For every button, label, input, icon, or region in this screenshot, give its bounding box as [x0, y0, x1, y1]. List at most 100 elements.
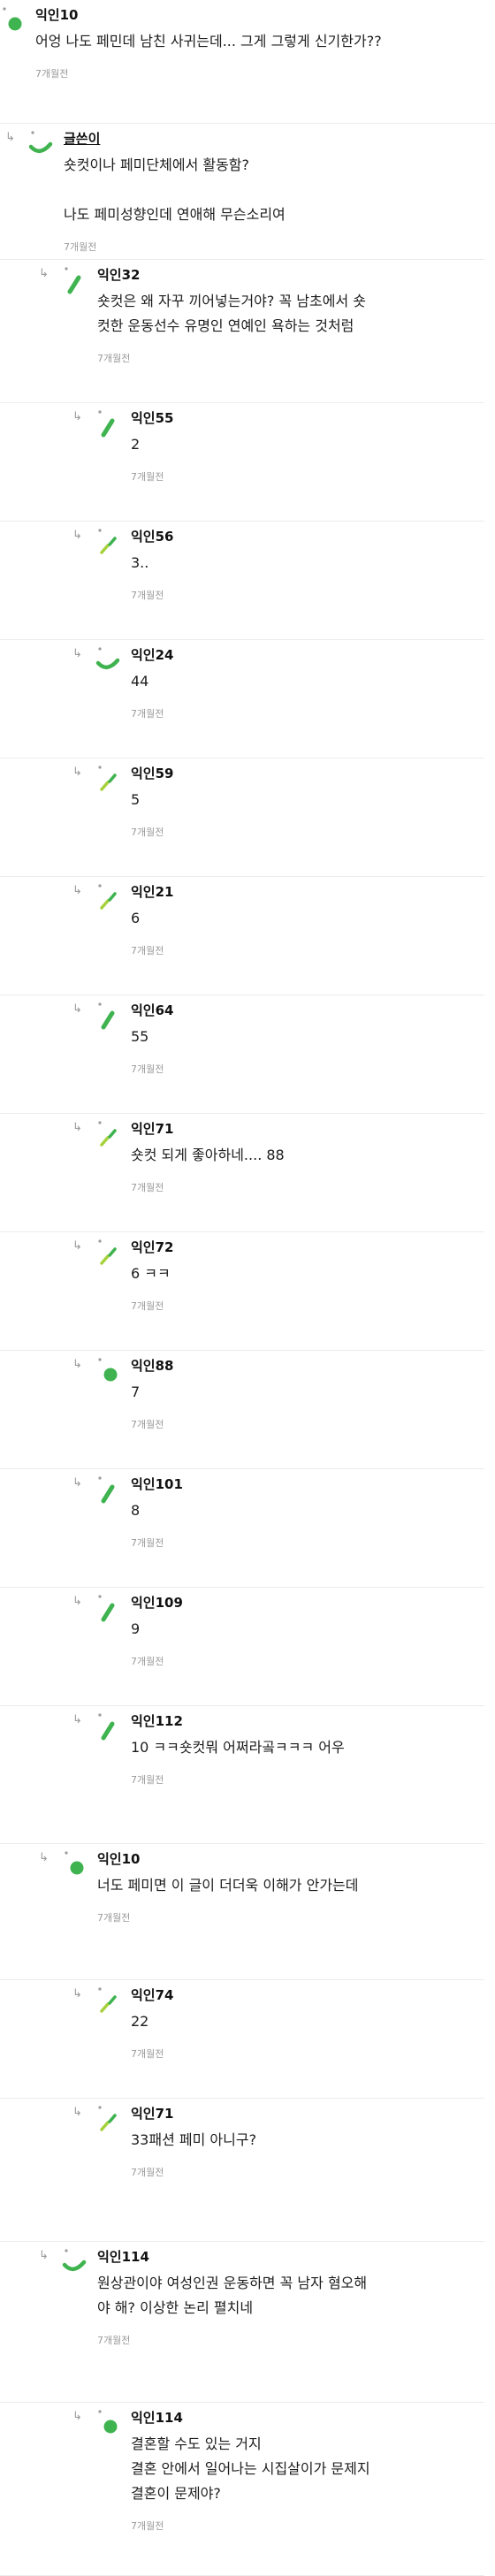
timestamp: 7개월전 — [131, 708, 164, 720]
comment-text-line: 결혼이 문제야? — [131, 2485, 221, 2502]
timestamp: 7개월전 — [131, 1774, 164, 1786]
timestamp: 7개월전 — [131, 1182, 164, 1193]
reply-arrow-icon: ↳ — [39, 267, 49, 280]
timestamp: 7개월전 — [97, 353, 131, 364]
comment-text: 숏컷 되게 좋아하네.... 88 — [131, 1143, 285, 1168]
reply-comment[interactable]: ↳ 익인74 22 7개월전 — [0, 1980, 484, 2099]
timestamp: 7개월전 — [131, 2520, 164, 2532]
comment-text-line: 7 — [131, 1383, 141, 1400]
comment-text: 10 ㅋㅋ숏컷뭐 어쩌라곸ㅋㅋㅋ 어우 — [131, 1735, 345, 1760]
commenter-name[interactable]: 익인88 — [131, 1356, 173, 1375]
comment-text-line: 원상관이야 여성인권 운동하면 꼭 남자 혐오해 — [97, 2275, 368, 2291]
reply-comment[interactable]: ↳ 익인10 너도 페미면 이 글이 더더욱 이해가 안가는데 7개월전 — [0, 1844, 484, 1980]
reply-arrow-icon: ↳ — [72, 1002, 82, 1016]
reply-comment[interactable]: ↳ 익인114 원상관이야 여성인권 운동하면 꼭 남자 혐오해 야 해? 이상한 논… — [0, 2242, 484, 2403]
comment-text: 55 — [131, 1025, 148, 1049]
comment-text-line: 33패션 페미 아니구? — [131, 2131, 257, 2148]
avatar-icon — [98, 410, 115, 438]
comment-text: 3.. — [131, 551, 148, 575]
reply-arrow-icon: ↳ — [5, 131, 15, 144]
author-name[interactable]: 글쓴이 — [64, 129, 100, 148]
avatar-icon — [65, 1851, 84, 1875]
reply-arrow-icon: ↳ — [72, 1476, 82, 1490]
timestamp: 7개월전 — [131, 827, 164, 838]
comment-text-line: 9 — [131, 1620, 141, 1637]
reply-comment[interactable]: ↳ 익인71 33패션 페미 아니구? 7개월전 — [0, 2099, 484, 2242]
commenter-name[interactable]: 익인114 — [97, 2247, 149, 2266]
reply-arrow-icon: ↳ — [72, 410, 82, 423]
reply-comment[interactable]: ↳ 익인71 숏컷 되게 좋아하네.... 88 7개월전 — [0, 1114, 484, 1232]
commenter-name[interactable]: 익인56 — [131, 527, 173, 545]
reply-arrow-icon: ↳ — [72, 1987, 82, 2001]
commenter-name[interactable]: 익인71 — [131, 1119, 173, 1138]
comment-text: 숏컷은 왜 자꾸 끼어넣는거야? 꼭 남초에서 숏 컷한 운동선수 유명인 연예인… — [97, 289, 366, 339]
avatar-icon — [65, 267, 81, 294]
reply-comment[interactable]: ↳ 익인114 결혼할 수도 있는 거지 결혼 안에서 일어나는 시집살이가 문제지 결… — [0, 2403, 484, 2576]
commenter-name[interactable]: 익인21 — [131, 882, 173, 901]
comment-text: 9 — [131, 1617, 140, 1642]
reply-comment[interactable]: ↳ 글쓴이숏컷이나 페미단체에서 활동함? 나도 페미성향인데 연애해 무슨소리여 7… — [0, 124, 484, 260]
reply-arrow-icon: ↳ — [72, 2106, 82, 2119]
timestamp: 7개월전 — [35, 68, 69, 80]
commenter-name[interactable]: 익인71 — [131, 2104, 173, 2123]
commenter-name[interactable]: 익인59 — [131, 764, 173, 782]
avatar-icon — [98, 1002, 115, 1030]
comment-text-line: 2 — [131, 436, 141, 453]
commenter-name[interactable]: 익인72 — [131, 1238, 173, 1256]
comment[interactable]: 익인10 어엉 나도 페민데 남친 사귀는데... 그게 그렇게 신기한가?? 7개… — [0, 0, 495, 124]
comment-text-line: 어엉 나도 페민데 남친 사귀는데... 그게 그렇게 신기한가?? — [35, 33, 382, 50]
avatar-icon — [98, 884, 117, 910]
avatar-icon — [98, 1476, 115, 1504]
reply-arrow-icon: ↳ — [72, 1121, 82, 1134]
commenter-name[interactable]: 익인24 — [131, 645, 173, 664]
reply-comment[interactable]: ↳ 익인32 숏컷은 왜 자꾸 끼어넣는거야? 꼭 남초에서 숏 컷한 운동선수 유명… — [0, 260, 484, 403]
reply-comment[interactable]: ↳ 익인72 6 ㅋㅋ 7개월전 — [0, 1232, 484, 1351]
reply-comment[interactable]: ↳ 익인101 8 7개월전 — [0, 1469, 484, 1588]
commenter-name[interactable]: 익인109 — [131, 1593, 183, 1612]
comment-text-line: 야 해? 이상한 논리 펼치네 — [97, 2299, 254, 2316]
reply-comment[interactable]: ↳ 익인88 7 7개월전 — [0, 1351, 484, 1469]
comment-text-line: 결혼 안에서 일어나는 시집살이가 문제지 — [131, 2460, 370, 2477]
comment-text: 44 — [131, 669, 148, 694]
timestamp: 7개월전 — [131, 1537, 164, 1549]
commenter-name[interactable]: 익인10 — [35, 5, 78, 24]
comment-text-line: 숏컷이나 페미단체에서 활동함? — [64, 156, 250, 173]
commenter-name[interactable]: 익인32 — [97, 265, 140, 284]
reply-arrow-icon: ↳ — [72, 766, 82, 779]
commenter-name[interactable]: 익인10 — [97, 1849, 140, 1868]
comment-text-line: 숏컷 되게 좋아하네.... 88 — [131, 1147, 285, 1163]
reply-comment[interactable]: ↳ 익인59 5 7개월전 — [0, 758, 484, 877]
commenter-name[interactable]: 익인74 — [131, 1985, 173, 2004]
reply-comment[interactable]: ↳ 익인112 10 ㅋㅋ숏컷뭐 어쩌라곸ㅋㅋㅋ 어우 7개월전 — [0, 1706, 484, 1844]
timestamp: 7개월전 — [64, 241, 97, 253]
reply-comment[interactable]: ↳ 익인109 9 7개월전 — [0, 1588, 484, 1706]
commenter-name[interactable]: 익인114 — [131, 2408, 183, 2427]
timestamp: 7개월전 — [97, 2335, 131, 2346]
reply-comment[interactable]: ↳ 익인64 55 7개월전 — [0, 995, 484, 1114]
avatar-icon — [98, 1595, 115, 1622]
reply-comment[interactable]: ↳ 익인55 2 7개월전 — [0, 403, 484, 522]
avatar-icon — [98, 1239, 117, 1265]
timestamp: 7개월전 — [131, 2048, 164, 2060]
comment-text-line: 컷한 운동선수 유명인 연예인 욕하는 것처럼 — [97, 317, 354, 334]
commenter-name[interactable]: 익인101 — [131, 1475, 183, 1493]
reply-comment[interactable]: ↳ 익인21 6 7개월전 — [0, 877, 484, 995]
avatar-icon — [28, 131, 53, 153]
comment-text-line: 6 ㅋㅋ — [131, 1265, 171, 1282]
comment-text: 숏컷이나 페미단체에서 활동함? 나도 페미성향인데 연애해 무슨소리여 — [64, 153, 286, 227]
commenter-name[interactable]: 익인112 — [131, 1711, 183, 1730]
comment-text-line: 55 — [131, 1028, 149, 1045]
comment-text: 결혼할 수도 있는 거지 결혼 안에서 일어나는 시집살이가 문제지 결혼이 문제야… — [131, 2432, 370, 2506]
avatar-icon — [3, 7, 22, 31]
commenter-name[interactable]: 익인55 — [131, 408, 173, 427]
avatar-icon — [98, 1713, 115, 1741]
comment-text-line: 8 — [131, 1502, 141, 1519]
timestamp: 7개월전 — [131, 471, 164, 483]
reply-comment[interactable]: ↳ 익인56 3.. 7개월전 — [0, 522, 484, 640]
reply-arrow-icon: ↳ — [72, 1595, 82, 1608]
comment-text: 8 — [131, 1498, 140, 1523]
timestamp: 7개월전 — [131, 945, 164, 956]
comment-text-line: 너도 페미면 이 글이 더더욱 이해가 안가는데 — [97, 1877, 359, 1894]
reply-comment[interactable]: ↳ 익인24 44 7개월전 — [0, 640, 484, 758]
commenter-name[interactable]: 익인64 — [131, 1001, 173, 1019]
